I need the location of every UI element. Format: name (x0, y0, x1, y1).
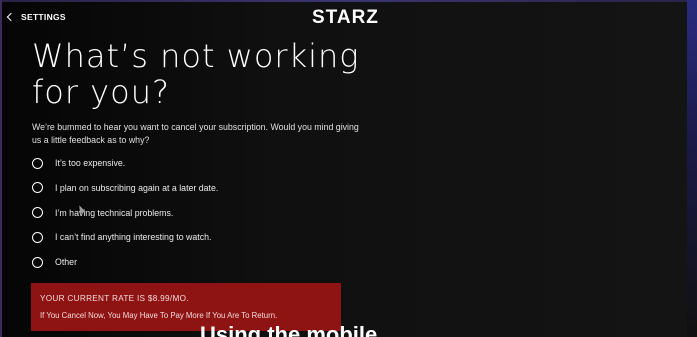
option-label: I’m having technical problems. (55, 207, 174, 218)
radio-circle-icon[interactable] (32, 157, 43, 169)
radio-circle-icon[interactable] (32, 231, 43, 243)
page-title-line-1: What’s not working (32, 37, 360, 75)
rate-warning-text: If You Cancel Now, You May Have To Pay M… (40, 311, 278, 320)
window-left-border (0, 0, 2, 337)
radio-circle-icon[interactable] (32, 256, 43, 268)
window-top-border (0, 0, 697, 2)
current-rate-text: YOUR CURRENT RATE IS $8.99/MO. (40, 294, 189, 303)
page-title: What’s not working for you? (32, 38, 372, 110)
radio-circle-icon[interactable] (32, 182, 43, 194)
back-label: SETTINGS (21, 12, 66, 22)
feedback-prompt: We’re bummed to hear you want to cancel … (32, 121, 372, 147)
option-label: I can’t find anything interesting to wat… (55, 232, 212, 243)
option-subscribe-later[interactable]: I plan on subscribing again at a later d… (32, 182, 352, 194)
option-label: It’s too expensive. (55, 158, 126, 168)
cancel-reason-options: It’s too expensive. I plan on subscribin… (32, 157, 352, 281)
radio-circle-icon[interactable] (32, 207, 43, 219)
page-title-line-2: for you? (32, 73, 170, 111)
option-label: I plan on subscribing again at a later d… (55, 182, 219, 193)
option-too-expensive[interactable]: It’s too expensive. (32, 157, 352, 169)
option-label: Other (55, 257, 78, 268)
chevron-left-icon (6, 12, 16, 22)
starz-logo: STARZ (312, 7, 379, 28)
option-nothing-to-watch[interactable]: I can’t find anything interesting to wat… (32, 231, 352, 243)
feedback-prompt-line-1: We’re bummed to hear you want to cancel … (32, 122, 359, 132)
back-to-settings-button[interactable]: SETTINGS (6, 12, 66, 22)
cancel-subscription-screen: SETTINGS STARZ What’s not working for yo… (0, 0, 697, 337)
option-other[interactable]: Other (32, 256, 352, 268)
video-caption-overlay: Using the mobile (200, 322, 378, 337)
feedback-prompt-line-2: us a little feedback as to why? (32, 135, 150, 145)
window-right-edge (687, 0, 697, 337)
